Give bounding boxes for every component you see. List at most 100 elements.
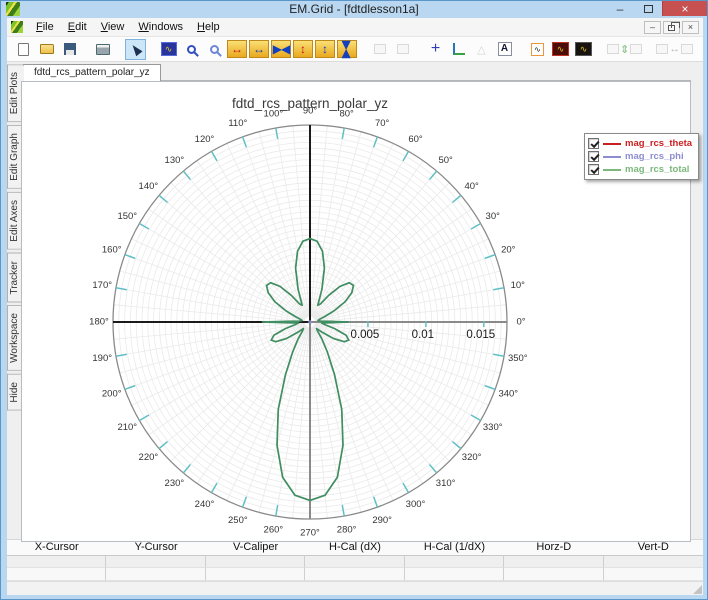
mdi-app-icon[interactable] bbox=[11, 21, 23, 33]
menu-items: File Edit View Windows Help bbox=[29, 19, 227, 35]
radial-tick-label: 0.005 bbox=[351, 329, 380, 341]
vertical-spacing-group: ⇕ bbox=[606, 39, 643, 60]
copy-plot-button[interactable]: ∿ bbox=[527, 39, 548, 60]
new-page-icon bbox=[18, 42, 29, 56]
angle-label: 260° bbox=[264, 524, 284, 535]
legend-label: mag_rcs_total bbox=[625, 164, 690, 175]
frame-icon bbox=[630, 44, 643, 54]
plot-style-dark-button[interactable]: ∿ bbox=[573, 39, 594, 60]
plot-style-red-button[interactable]: ∿ bbox=[550, 39, 571, 60]
minimize-button[interactable]: – bbox=[606, 1, 634, 16]
angle-label: 130° bbox=[165, 155, 185, 166]
shrink-y-button[interactable]: ↕ bbox=[315, 40, 335, 58]
angle-label: 290° bbox=[372, 515, 392, 526]
menu-item-file[interactable]: File bbox=[29, 19, 61, 35]
printer-icon bbox=[95, 43, 110, 55]
cursor-bar: X-Cursor Y-Cursor V-Caliper H-Cal (dX) H-Cal… bbox=[7, 539, 703, 581]
angle-label: 30° bbox=[486, 211, 501, 222]
horizontal-arrows-icon: ↔ bbox=[669, 43, 681, 55]
expand-x-button[interactable]: ↔ bbox=[227, 40, 247, 58]
plot-tab[interactable]: fdtd_rcs_pattern_polar_yz bbox=[23, 64, 161, 81]
frame-icon bbox=[656, 44, 669, 54]
angle-label: 170° bbox=[92, 280, 112, 291]
resize-grip-icon[interactable] bbox=[693, 585, 702, 594]
copy-plot-icon: ∿ bbox=[531, 42, 544, 56]
legend-line-sample-icon bbox=[603, 142, 621, 145]
angle-label: 300° bbox=[406, 499, 426, 510]
window-title: EM.Grid - [fdtdlesson1a] bbox=[289, 2, 419, 16]
legend-row: mag_rcs_phi bbox=[588, 150, 692, 163]
angle-label: 350° bbox=[508, 353, 528, 364]
shrink-x-button[interactable]: ↔ bbox=[249, 40, 269, 58]
legend-row: mag_rcs_theta bbox=[588, 137, 692, 150]
horizontal-spacing-group: ↔ bbox=[655, 39, 694, 60]
save-button[interactable] bbox=[59, 39, 80, 60]
cursor-value-cell bbox=[205, 555, 306, 568]
mdi-close-button[interactable]: × bbox=[682, 20, 699, 34]
zoom-in-button[interactable] bbox=[181, 39, 202, 60]
cursor-column-header: H-Cal (dX) bbox=[329, 541, 381, 553]
cursor-value-cell bbox=[404, 568, 505, 581]
fit-y-button[interactable]: ▶◀ bbox=[337, 40, 357, 58]
frame-icon bbox=[396, 44, 409, 54]
expand-x-icon: ↔ bbox=[231, 42, 243, 56]
expand-y-button[interactable]: ↕ bbox=[293, 40, 313, 58]
angle-label: 10° bbox=[511, 280, 526, 291]
menu-item-view[interactable]: View bbox=[94, 19, 132, 35]
open-file-button[interactable] bbox=[36, 39, 57, 60]
new-file-button[interactable] bbox=[13, 39, 34, 60]
chart-title: fdtd_rcs_pattern_polar_yz bbox=[232, 96, 388, 111]
add-cursor-button[interactable]: + bbox=[425, 39, 446, 60]
vertical-spacing-icon: ⇕ bbox=[607, 43, 643, 56]
select-pointer-button[interactable] bbox=[125, 38, 146, 60]
waveform-red-icon: ∿ bbox=[552, 42, 569, 56]
zoom-out-button[interactable] bbox=[204, 39, 225, 60]
cursor-value-cell bbox=[504, 555, 604, 568]
frame-icon bbox=[607, 44, 619, 54]
cursor-column-header: Vert-D bbox=[637, 541, 669, 553]
cursor-values-row-1 bbox=[7, 555, 703, 568]
cursor-column-header: Horz-D bbox=[536, 541, 572, 553]
angle-label: 20° bbox=[501, 244, 516, 255]
zoom-window-button[interactable]: ∿ bbox=[158, 39, 179, 60]
angle-label: 340° bbox=[498, 389, 518, 400]
legend-checkbox[interactable] bbox=[588, 151, 599, 162]
angle-label: 150° bbox=[117, 211, 137, 222]
shrink-y-icon: ↕ bbox=[322, 42, 328, 56]
fit-x-icon: ▶◀ bbox=[272, 42, 290, 56]
cursor-value-cell bbox=[305, 555, 405, 568]
workspace: fdtd_rcs_pattern_polar_yz Edit Plots Edit… bbox=[7, 62, 703, 542]
cursor-value-cell bbox=[106, 568, 206, 581]
maximize-button[interactable] bbox=[634, 1, 662, 16]
expand-y-icon: ↕ bbox=[300, 42, 306, 56]
cursor-value-cell bbox=[7, 568, 107, 581]
cursor-value-cell bbox=[603, 568, 703, 581]
mdi-minimize-button[interactable]: – bbox=[644, 20, 661, 34]
legend-checkbox[interactable] bbox=[588, 164, 599, 175]
angle-label: 200° bbox=[102, 389, 122, 400]
menu-bar: File Edit View Windows Help – × bbox=[7, 18, 703, 36]
waveform-dark-icon: ∿ bbox=[575, 42, 592, 56]
fit-x-button[interactable]: ▶◀ bbox=[271, 40, 291, 58]
close-button[interactable]: × bbox=[662, 1, 707, 16]
menu-item-edit[interactable]: Edit bbox=[61, 19, 94, 35]
legend-checkbox[interactable] bbox=[588, 138, 599, 149]
angle-label: 60° bbox=[408, 134, 423, 145]
triangle-icon: △ bbox=[477, 43, 486, 56]
mdi-restore-button[interactable] bbox=[663, 20, 680, 34]
horizontal-spacing-icon: ↔ bbox=[656, 43, 694, 55]
angle-label: 280° bbox=[337, 524, 357, 535]
text-annotation-button[interactable]: A bbox=[494, 39, 515, 60]
print-button[interactable] bbox=[92, 39, 113, 60]
menu-item-windows[interactable]: Windows bbox=[131, 19, 190, 35]
angle-label: 190° bbox=[92, 353, 112, 364]
axes-icon bbox=[452, 43, 465, 55]
angle-label: 230° bbox=[165, 478, 185, 489]
shrink-x-icon: ↔ bbox=[253, 42, 265, 56]
maximize-icon bbox=[643, 4, 653, 13]
cursor-value-cell bbox=[603, 555, 703, 568]
tracker-axes-button[interactable] bbox=[448, 39, 469, 60]
cursor-headers: X-Cursor Y-Cursor V-Caliper H-Cal (dX) H-Cal… bbox=[7, 540, 703, 555]
cursor-values-row-2 bbox=[7, 568, 703, 581]
menu-item-help[interactable]: Help bbox=[190, 19, 227, 35]
